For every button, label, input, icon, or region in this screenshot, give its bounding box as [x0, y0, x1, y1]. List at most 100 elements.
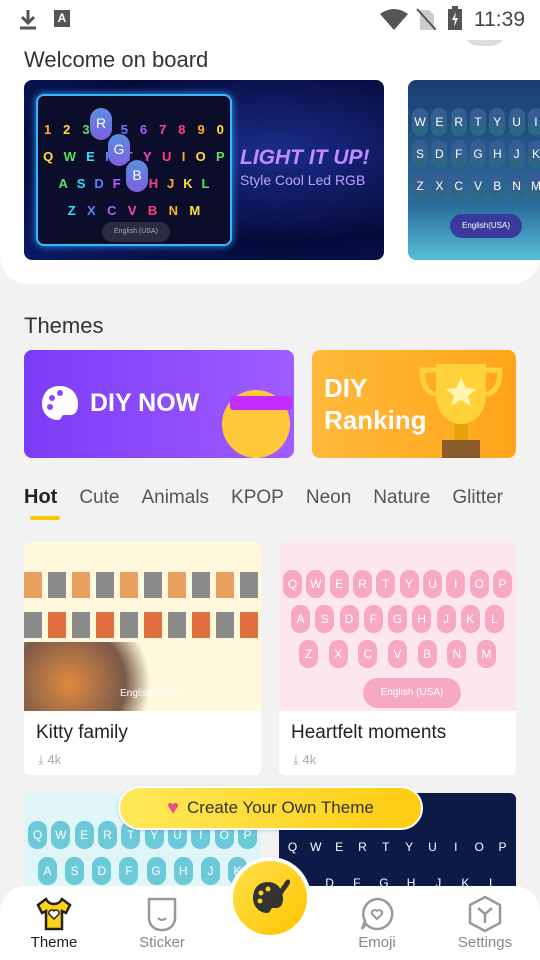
key-row: QWERTYUIOP	[283, 833, 512, 861]
create-your-own-theme-button[interactable]: ♥ Create Your Own Theme	[118, 786, 423, 830]
key: K	[183, 176, 193, 191]
tab-nature[interactable]: Nature	[373, 487, 430, 508]
keyboard-a-icon: A	[54, 10, 70, 27]
tab-kpop[interactable]: KPOP	[231, 487, 284, 508]
rgb-bubble: G	[108, 134, 130, 166]
key: S	[76, 176, 86, 191]
nav-label: Sticker	[139, 934, 185, 951]
key: M	[189, 203, 201, 218]
tab-neon[interactable]: Neon	[306, 487, 351, 508]
key: T	[382, 840, 390, 854]
key: C	[450, 172, 467, 200]
diy-ranking-label-1: DIY	[324, 373, 368, 403]
diy-fab-button[interactable]	[229, 857, 311, 939]
palette-icon	[42, 386, 78, 420]
key: I	[454, 840, 458, 854]
nav-label: Theme	[30, 934, 78, 951]
theme-category-tabs: Hot Cute Animals KPOP Neon Nature Glitter	[24, 486, 525, 509]
download-count-value: 4k	[47, 752, 62, 767]
diy-ranking-card[interactable]: DIY Ranking	[312, 350, 516, 458]
key: Y	[143, 149, 152, 164]
space-key: English(USA)	[450, 214, 522, 238]
key: Y	[489, 108, 506, 136]
nav-emoji[interactable]: Emoji	[332, 886, 422, 951]
banner-keyboard-2[interactable]: W E R T Y U I S D F G H J K Z X C V B N M English(USA)	[408, 80, 540, 260]
key: G	[146, 857, 166, 885]
key: R	[358, 840, 367, 854]
space-key: English (USA)	[363, 678, 461, 708]
key: D	[92, 857, 112, 885]
key: F	[450, 140, 467, 168]
nav-settings[interactable]: Settings	[440, 886, 530, 951]
status-bar: A 11:39	[0, 0, 540, 40]
tab-hot[interactable]: Hot	[24, 486, 57, 508]
key: D	[339, 605, 359, 633]
key: G	[469, 140, 486, 168]
download-count-value: 4k	[302, 752, 317, 767]
banner-headline: LIGHT IT UP!	[240, 146, 370, 169]
key: H	[489, 140, 506, 168]
key: U	[422, 570, 442, 598]
key: V	[469, 172, 486, 200]
theme-card-heartfelt-moments[interactable]: English (USA) QWERTYUIOP ASDFGHJKL ZXCVBNM…	[279, 542, 516, 775]
palette-brush-icon	[253, 879, 290, 913]
diy-now-label: DIY NOW	[90, 389, 200, 417]
key: L	[485, 605, 504, 633]
key: K	[527, 140, 540, 168]
key: H	[173, 857, 193, 885]
sunglasses	[230, 396, 292, 410]
key: R	[97, 821, 117, 849]
key: S	[412, 140, 428, 168]
key: I	[446, 570, 466, 598]
theme-name: Heartfelt moments	[291, 722, 447, 743]
key: T	[376, 570, 396, 598]
key: E	[74, 821, 94, 849]
key: N	[508, 172, 525, 200]
diy-ranking-label-2: Ranking	[324, 405, 427, 435]
key: N	[447, 640, 467, 668]
key: Q	[283, 570, 302, 598]
key: R	[352, 570, 372, 598]
key: X	[87, 203, 96, 218]
key-row: SDFGHJK	[412, 140, 540, 168]
settings-hexagon-icon	[468, 895, 502, 933]
nav-theme[interactable]: Theme	[9, 886, 99, 951]
key: B	[147, 203, 158, 218]
theme-card-kitty-family[interactable]: English (USA) Kitty family ⤓ 4k	[24, 542, 261, 775]
key-row: ZXCVBNM	[412, 172, 540, 200]
key: O	[195, 149, 206, 164]
section-title-themes: Themes	[24, 313, 104, 338]
key: S	[315, 605, 335, 633]
key: 8	[178, 122, 186, 137]
key: 9	[197, 122, 205, 137]
tab-cute[interactable]: Cute	[79, 487, 119, 508]
key: M	[527, 172, 540, 200]
key: S	[65, 857, 85, 885]
key: D	[431, 140, 448, 168]
create-button-label: Create Your Own Theme	[187, 798, 374, 817]
key: A	[291, 605, 310, 633]
nav-label: Settings	[457, 934, 513, 951]
tab-animals[interactable]: Animals	[141, 487, 209, 508]
wifi-icon	[380, 9, 408, 30]
clock: 11:39	[474, 8, 525, 31]
banner-light-it-up[interactable]: 1234567890QWERTYUIOPASDFGHJKLZXCVBNMEngl…	[24, 80, 384, 260]
key: 0	[216, 122, 224, 137]
tab-glitter[interactable]: Glitter	[452, 487, 503, 508]
key: Y	[399, 570, 419, 598]
key: P	[498, 840, 507, 854]
key: U	[162, 149, 172, 164]
key-row: ZXCVBNM	[38, 203, 230, 218]
active-tab-indicator	[30, 516, 60, 520]
emoji-chat-icon	[360, 897, 394, 931]
key-row: QWERTYUIOP	[283, 570, 512, 598]
nav-sticker[interactable]: Sticker	[117, 886, 207, 951]
trophy-icon	[419, 364, 503, 458]
diy-now-card[interactable]: DIY NOW	[24, 350, 294, 458]
key: L	[201, 176, 210, 191]
key: W	[310, 840, 322, 854]
key: V	[387, 640, 407, 668]
key: A	[58, 176, 68, 191]
key: O	[469, 570, 489, 598]
key: W	[63, 149, 76, 164]
